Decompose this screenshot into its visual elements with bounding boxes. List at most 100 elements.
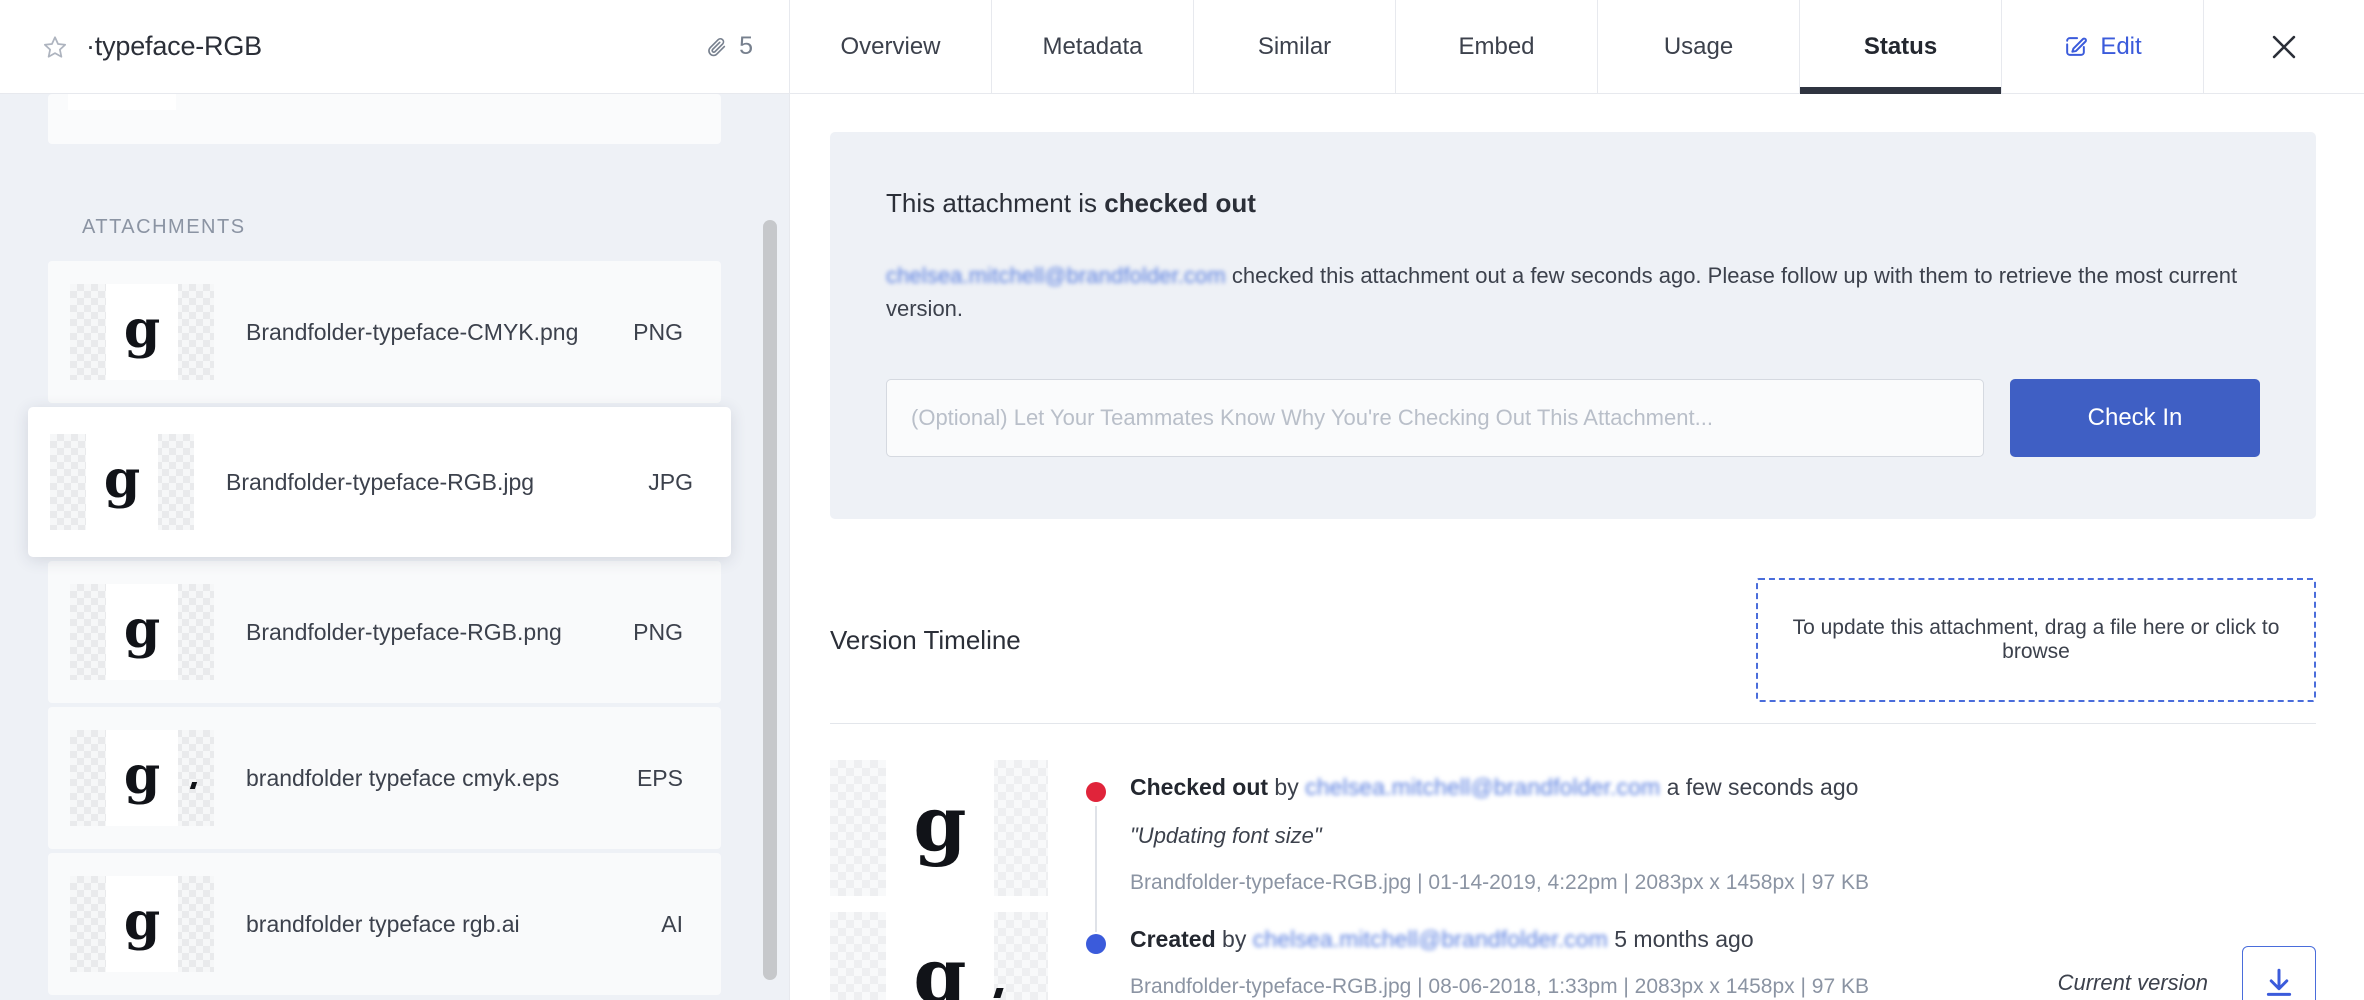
timeline-actor-email-link[interactable]: chelsea.mitchell@brandfolder.com [1253,926,1608,952]
page-title: ·typeface-RGB [86,31,262,61]
title-zone: ·typeface-RGB 5 [0,0,790,93]
typeface-glyph: g [123,891,161,952]
checked-out-heading-prefix: This attachment is [886,188,1105,218]
attachment-filename: Brandfolder-typeface-RGB.png [246,618,562,645]
typeface-glyph: g [103,449,141,510]
typeface-glyph: g [913,931,967,1000]
timeline-entry-when: 5 months ago [1607,926,1754,952]
attachment-filename: Brandfolder-typeface-RGB.jpg [226,468,535,495]
thumbnail-plate: g [106,284,178,380]
version-timeline-title: Version Timeline [830,624,1021,655]
star-outline-icon[interactable] [40,32,70,62]
asset-detail-modal: ·typeface-RGB 5 Overview Metadata Simila… [0,0,2364,1000]
current-version-label: Current version [2057,970,2208,995]
timeline-marker [1074,912,1130,1000]
timeline-entry-by-label: by [1215,926,1253,952]
tab-status[interactable]: Status [1800,0,2002,94]
timeline-marker [1074,760,1130,932]
attachment-filename: brandfolder typeface rgb.ai [246,910,520,937]
sidebar-scrollbar-track[interactable] [763,220,777,988]
attachments-sidebar: ATTACHMENTS g Brandfolder-typeface-CMYK.… [0,94,790,1000]
tab-embed[interactable]: Embed [1396,0,1598,93]
edit-label: Edit [2100,32,2142,60]
version-thumbnail: g [830,760,1048,896]
tab-similar[interactable]: Similar [1194,0,1396,93]
timeline-entry-body: Created by chelsea.mitchell@brandfolder.… [1130,912,2034,999]
sidebar-scrollbar-thumb[interactable] [763,220,777,980]
paperclip-icon [708,37,726,56]
check-in-note-input[interactable] [886,379,1984,457]
partial-thumbnail [68,94,176,110]
attachment-item-rgb-jpg[interactable]: g Brandfolder-typeface-RGB.jpg JPG [28,407,731,557]
attachment-filename: Brandfolder-typeface-CMYK.png [246,318,579,345]
check-in-button[interactable]: Check In [2010,379,2260,457]
version-thumbnail: g [830,912,1048,1000]
timeline-actor-email-link[interactable]: chelsea.mitchell@brandfolder.com [1305,774,1660,800]
typeface-glyph: g [123,599,161,660]
modal-body: ATTACHMENTS g Brandfolder-typeface-CMYK.… [0,94,2364,1000]
download-version-button[interactable] [2242,946,2316,1000]
typeface-glyph: g [123,299,161,360]
timeline-entry-actions: Current version [2058,912,2316,1000]
timeline-entry-body: Checked out by chelsea.mitchell@brandfol… [1130,760,2316,895]
attachment-extension: PNG [633,618,683,645]
timeline-entry-action: Created [1130,926,1216,952]
attachments-section-label: ATTACHMENTS [82,216,246,238]
checked-out-heading: This attachment is checked out [886,188,2260,219]
close-x-icon [2272,35,2296,58]
tab-overview[interactable]: Overview [790,0,992,93]
typeface-glyph: g [913,779,967,868]
close-button[interactable] [2204,0,2364,93]
thumbnail-plate: g [86,434,158,530]
timeline-entry-action: Checked out [1130,774,1269,800]
attachment-thumbnail: g [50,434,194,530]
timeline-entry-meta: Brandfolder-typeface-RGB.jpg | 01-14-201… [1130,871,1869,894]
download-arrow-icon [2266,968,2292,996]
tab-metadata[interactable]: Metadata [992,0,1194,93]
attachment-count-value: 5 [739,32,753,60]
timeline-status-dot-checked-out [1086,782,1106,802]
attachment-extension: AI [661,910,683,937]
sidebar-scroll-area[interactable]: ATTACHMENTS g Brandfolder-typeface-CMYK.… [0,94,789,1000]
check-in-row: Check In [886,379,2260,457]
attachment-item-rgb-png[interactable]: g Brandfolder-typeface-RGB.png PNG [48,561,721,703]
thumbnail-plate: g [886,912,994,1000]
timeline-entry-by-label: by [1268,774,1306,800]
timeline-entry-headline: Checked out by chelsea.mitchell@brandfol… [1130,774,2316,801]
timeline-entry-checked-out: g Checked out by chelsea.mitchell@brandf… [830,760,2316,932]
attachment-extension: JPG [648,468,693,495]
top-bar: ·typeface-RGB 5 Overview Metadata Simila… [0,0,2364,94]
version-timeline-list: g Checked out by chelsea.mitchell@brandf… [830,724,2316,1000]
attachment-thumbnail: g [70,284,214,380]
status-panel: This attachment is checked out chelsea.m… [790,94,2364,1000]
attachment-filename: brandfolder typeface cmyk.eps [246,764,560,791]
timeline-entry-created: g Created by chelsea.mitchell@brandfolde… [830,912,2316,1000]
version-timeline-header: Version Timeline To update this attachme… [830,575,2316,705]
attachment-extension: PNG [633,318,683,345]
checkout-actor-email-link[interactable]: chelsea.mitchell@brandfolder.com [886,263,1226,288]
edit-pencil-square-icon [2066,37,2088,56]
attachment-extension: EPS [636,764,683,791]
tab-bar: Overview Metadata Similar Embed Usage St… [790,0,2364,94]
timeline-entry-headline: Created by chelsea.mitchell@brandfolder.… [1130,926,2034,953]
attachment-count: 5 [706,32,753,61]
timeline-status-dot-created [1086,934,1106,954]
attachment-item-cmyk-png[interactable]: g Brandfolder-typeface-CMYK.png PNG [48,261,721,403]
file-upload-dropzone[interactable]: To update this attachment, drag a file h… [1756,578,2316,702]
partial-card-above [48,94,721,144]
checked-out-banner: This attachment is checked out chelsea.m… [830,132,2316,519]
edit-button[interactable]: Edit [2002,0,2204,93]
attachment-item-rgb-ai[interactable]: g brandfolder typeface rgb.ai AI [48,853,721,995]
checked-out-heading-strong: checked out [1104,188,1256,218]
attachment-thumbnail: g [70,876,214,972]
timeline-entry-note: "Updating font size" [1130,823,1322,848]
thumbnail-accent-mark [993,988,1004,998]
typeface-glyph: g [123,745,161,806]
thumbnail-accent-mark [189,782,198,789]
thumbnail-plate: g [886,760,994,896]
tab-usage[interactable]: Usage [1598,0,1800,93]
attachment-thumbnail: g [70,730,214,826]
attachment-item-cmyk-eps[interactable]: g brandfolder typeface cmyk.eps EPS [48,707,721,849]
timeline-entry-meta: Brandfolder-typeface-RGB.jpg | 08-06-201… [1130,975,1869,998]
checked-out-description: chelsea.mitchell@brandfolder.com checked… [886,259,2260,325]
